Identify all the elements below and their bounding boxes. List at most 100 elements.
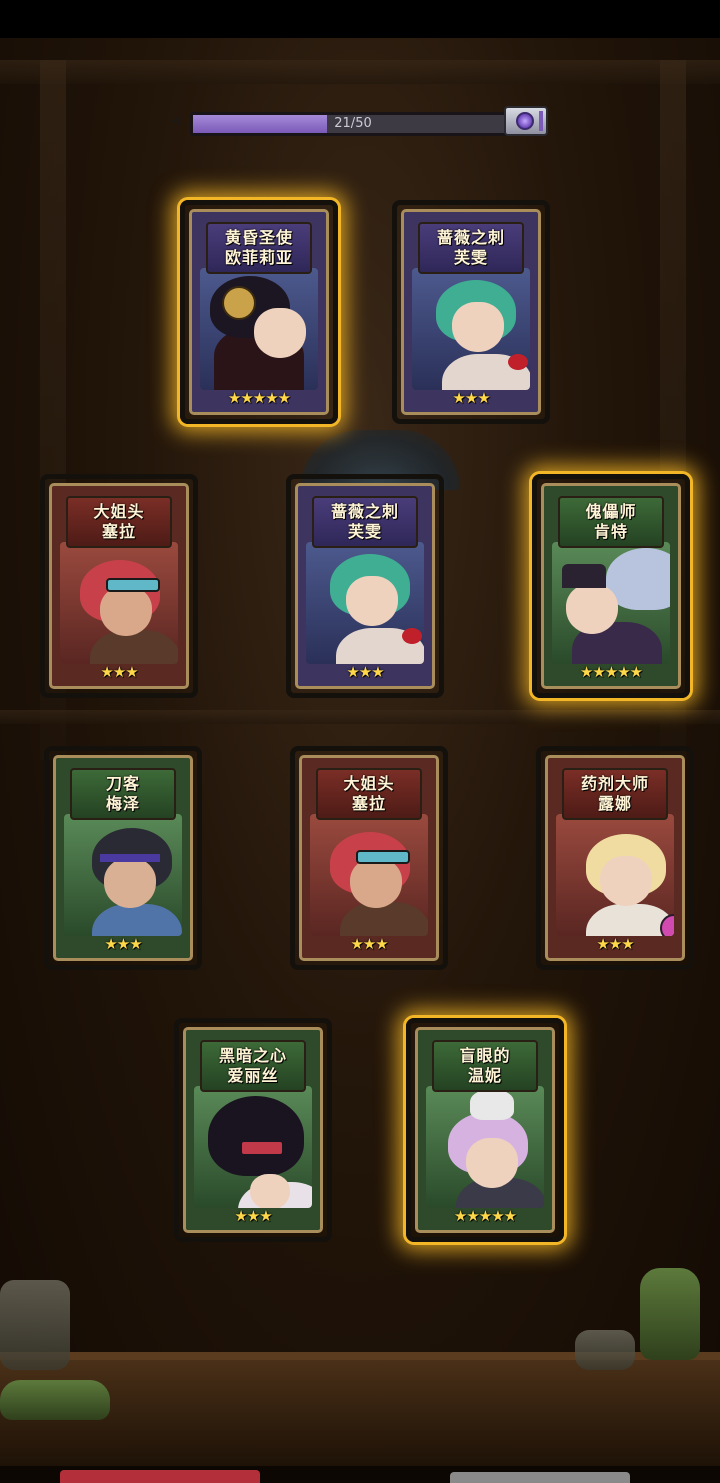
face-shape xyxy=(100,586,152,636)
card-title-banner: 蔷薇之刺 芙雯 xyxy=(312,496,418,548)
summon-results-screen: « 21/50 黄昏圣使 欧菲莉亚 ★★★★★ 蔷薇之刺 芙雯 ★★★ 大姐头 … xyxy=(0,0,720,1483)
card-frame: 药剂大师 露娜 ★★★ xyxy=(545,755,685,961)
face-shape xyxy=(466,1138,518,1188)
progress-track: 21/50 xyxy=(190,112,516,136)
card-frame: 傀儡师 肯特 ★★★★★ xyxy=(541,483,681,689)
hero-portrait xyxy=(412,268,530,390)
top-hat-icon xyxy=(562,564,606,588)
hero-name: 露娜 xyxy=(597,794,632,813)
card-frame: 大姐头 塞拉 ★★★ xyxy=(299,755,439,961)
hero-portrait xyxy=(64,814,182,936)
hero-name: 芙雯 xyxy=(453,248,488,267)
card-title-banner: 刀客 梅泽 xyxy=(70,768,176,820)
star-rating: ★★★★★ xyxy=(453,1207,517,1225)
card-title-banner: 药剂大师 露娜 xyxy=(562,768,668,820)
hero-portrait xyxy=(310,814,428,936)
hero-portrait xyxy=(194,1086,312,1208)
star-rating: ★★★★★ xyxy=(579,663,643,681)
face-shape xyxy=(566,584,618,634)
hero-portrait xyxy=(200,268,318,390)
rose-icon xyxy=(508,354,528,370)
hero-name: 温妮 xyxy=(467,1066,502,1085)
bottom-right-button[interactable] xyxy=(450,1472,630,1483)
cat-pet-icon xyxy=(470,1090,514,1120)
star-rating: ★★★ xyxy=(104,935,142,953)
tavern-table xyxy=(0,1360,720,1483)
card-title-banner: 盲眼的 温妮 xyxy=(432,1040,538,1092)
candle-decoration xyxy=(575,1330,635,1370)
hero-portrait xyxy=(60,542,178,664)
hero-title: 盲眼的 xyxy=(459,1046,511,1065)
hero-name: 欧菲莉亚 xyxy=(224,248,293,267)
card-title-banner: 黑暗之心 爱丽丝 xyxy=(200,1040,306,1092)
hero-title: 傀儡师 xyxy=(585,502,637,521)
card-title-banner: 大姐头 塞拉 xyxy=(66,496,172,548)
card-frame: 蔷薇之刺 芙雯 ★★★ xyxy=(295,483,435,689)
wall-shelf xyxy=(0,710,720,724)
face-shape xyxy=(346,576,398,626)
hero-card[interactable]: 刀客 梅泽 ★★★ xyxy=(44,746,202,970)
body-shape xyxy=(340,902,428,936)
star-rating: ★★★ xyxy=(346,663,384,681)
hero-portrait xyxy=(556,814,674,936)
status-bar xyxy=(0,0,720,38)
hero-portrait xyxy=(306,542,424,664)
shadow-beast-shape xyxy=(208,1096,304,1176)
hero-title: 蔷薇之刺 xyxy=(330,502,399,521)
card-frame: 蔷薇之刺 芙雯 ★★★ xyxy=(401,209,541,415)
card-title-banner: 傀儡师 肯特 xyxy=(558,496,664,548)
hero-name: 肯特 xyxy=(593,522,628,541)
hero-title: 大姐头 xyxy=(343,774,395,793)
star-rating: ★★★ xyxy=(234,1207,272,1225)
horn-decoration xyxy=(0,1380,110,1420)
hero-card[interactable]: 药剂大师 露娜 ★★★ xyxy=(536,746,694,970)
goggles-icon xyxy=(106,578,160,592)
face-shape xyxy=(254,308,306,358)
face-shape xyxy=(104,858,156,908)
card-title-banner: 蔷薇之刺 芙雯 xyxy=(418,222,524,274)
bottom-left-button[interactable] xyxy=(60,1470,260,1483)
hero-title: 黑暗之心 xyxy=(218,1046,287,1065)
hero-card[interactable]: 大姐头 塞拉 ★★★ xyxy=(290,746,448,970)
face-shape xyxy=(250,1174,290,1208)
potion-bottle-decoration xyxy=(640,1268,700,1360)
card-frame: 大姐头 塞拉 ★★★ xyxy=(49,483,189,689)
hero-card[interactable]: 大姐头 塞拉 ★★★ xyxy=(40,474,198,698)
hero-portrait xyxy=(426,1086,544,1208)
hero-title: 黄昏圣使 xyxy=(224,228,293,247)
barrel-decoration xyxy=(0,1280,70,1370)
face-shape xyxy=(452,302,504,352)
face-shape xyxy=(350,858,402,908)
face-shape xyxy=(600,856,652,906)
hero-card[interactable]: 盲眼的 温妮 ★★★★★ xyxy=(406,1018,564,1242)
star-rating: ★★★ xyxy=(596,935,634,953)
chest-icon[interactable] xyxy=(504,106,548,136)
goggles-icon xyxy=(356,850,410,864)
hero-portrait xyxy=(552,542,670,664)
progress-text: 21/50 xyxy=(334,116,372,131)
hero-title: 大姐头 xyxy=(93,502,145,521)
star-rating: ★★★ xyxy=(100,663,138,681)
card-title-banner: 大姐头 塞拉 xyxy=(316,768,422,820)
hero-title: 蔷薇之刺 xyxy=(436,228,505,247)
card-title-banner: 黄昏圣使 欧菲莉亚 xyxy=(206,222,312,274)
hero-card[interactable]: 黄昏圣使 欧菲莉亚 ★★★★★ xyxy=(180,200,338,424)
body-shape xyxy=(90,630,178,664)
hero-name: 芙雯 xyxy=(347,522,382,541)
hero-card[interactable]: 傀儡师 肯特 ★★★★★ xyxy=(532,474,690,698)
headband-icon xyxy=(100,854,160,862)
card-frame: 黄昏圣使 欧菲莉亚 ★★★★★ xyxy=(189,209,329,415)
ceiling-beam xyxy=(0,60,720,84)
card-frame: 刀客 梅泽 ★★★ xyxy=(53,755,193,961)
hero-name: 塞拉 xyxy=(101,522,136,541)
hero-title: 药剂大师 xyxy=(580,774,649,793)
sun-emblem-icon xyxy=(222,286,256,320)
hero-card[interactable]: 蔷薇之刺 芙雯 ★★★ xyxy=(392,200,550,424)
hero-name: 爱丽丝 xyxy=(227,1066,279,1085)
star-rating: ★★★ xyxy=(452,389,490,407)
hero-title: 刀客 xyxy=(105,774,140,793)
body-shape xyxy=(92,904,182,936)
beast-mouth-icon xyxy=(242,1142,282,1154)
hero-card[interactable]: 黑暗之心 爱丽丝 ★★★ xyxy=(174,1018,332,1242)
hero-card[interactable]: 蔷薇之刺 芙雯 ★★★ xyxy=(286,474,444,698)
